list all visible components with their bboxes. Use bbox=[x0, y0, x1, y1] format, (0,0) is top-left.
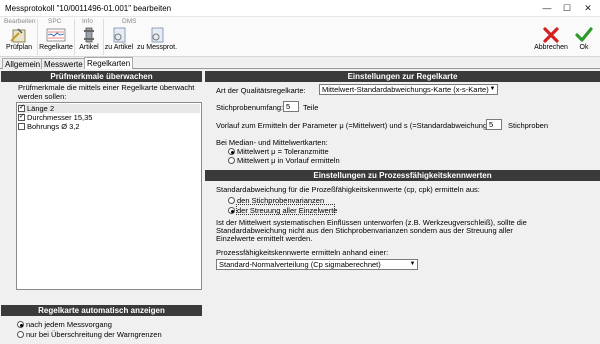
document-link-icon bbox=[113, 27, 126, 43]
regelkarte-button[interactable]: Regelkarte bbox=[39, 27, 73, 57]
zu-artikel-button[interactable]: zu Artikel bbox=[104, 27, 134, 57]
control-chart-icon bbox=[46, 28, 66, 42]
chevron-down-icon: ▼ bbox=[489, 86, 496, 92]
median-label: Bei Median- und Mittelwertkarten: bbox=[216, 138, 328, 147]
group-label-bearbeiten: Bearbeiten bbox=[4, 18, 36, 25]
radio-toleranzmitte[interactable]: Mittelwert μ = Toleranzmitte bbox=[228, 147, 329, 156]
pruefplan-icon bbox=[10, 28, 26, 43]
art-label: Art der Qualitätsregelkarte: bbox=[216, 86, 306, 95]
checkbox[interactable] bbox=[18, 103, 25, 112]
kennwerte-label: Prozessfähigkeitskennwerte ermitteln anh… bbox=[216, 248, 389, 257]
toolbar-separator bbox=[74, 19, 75, 55]
zu-messprot-button[interactable]: zu Messprot. bbox=[136, 27, 178, 57]
group-label-dms: DMS bbox=[122, 18, 137, 25]
chevron-down-icon: ▼ bbox=[409, 261, 416, 267]
pruefmerkmale-list[interactable]: Länge 2 Durchmesser 15,35 Bohrungs Ø 3,2 bbox=[16, 102, 202, 290]
checkbox[interactable] bbox=[18, 123, 25, 130]
radio-button[interactable] bbox=[228, 148, 235, 155]
radio-vorlauf-ermitteln[interactable]: Mittelwert μ in Vorlauf ermitteln bbox=[228, 156, 340, 165]
section-header-regelkarte: Einstellungen zur Regelkarte bbox=[205, 71, 600, 82]
tab-strip: Allgemein Messwerte Regelkarten bbox=[0, 57, 600, 69]
abbrechen-button[interactable]: Abbrechen bbox=[533, 27, 569, 57]
section-header-prozess: Einstellungen zu Prozessfähigkeitskennwe… bbox=[205, 170, 600, 181]
panel-divider bbox=[203, 70, 205, 344]
stichprobe-label: Stichprobenumfang: bbox=[216, 103, 284, 112]
pruefplan-button[interactable]: Prüfplan bbox=[4, 27, 34, 57]
stichprobe-input[interactable]: 5 bbox=[283, 101, 299, 112]
vorlauf-unit: Stichproben bbox=[508, 121, 549, 130]
radio-button[interactable] bbox=[17, 321, 24, 328]
minimize-button[interactable]: — bbox=[540, 2, 554, 14]
pruefmerkmale-description: Prüfmerkmale die mittels einer Regelkart… bbox=[18, 83, 195, 92]
list-item[interactable]: Bohrungs Ø 3,2 bbox=[18, 122, 80, 131]
std-label: Standardabweichung für die Prozeßfähigke… bbox=[216, 185, 480, 194]
radio-button[interactable] bbox=[228, 207, 235, 214]
list-item[interactable]: Länge 2 bbox=[18, 103, 200, 113]
toolbar: Bearbeiten SPC Info DMS Prüfplan Regelka… bbox=[0, 17, 600, 57]
ok-button[interactable]: Ok bbox=[572, 27, 596, 57]
tab-messwerte[interactable]: Messwerte bbox=[41, 58, 86, 69]
pruefmerkmale-description: werden sollen: bbox=[18, 92, 67, 101]
radio-button[interactable] bbox=[228, 157, 235, 164]
close-window-button[interactable]: ✕ bbox=[581, 2, 595, 14]
article-icon bbox=[84, 27, 94, 43]
radio-button[interactable] bbox=[17, 331, 24, 338]
radio-nach-jedem-messvorgang[interactable]: nach jedem Messvorgang bbox=[17, 320, 112, 329]
kennwerte-select[interactable]: Standard-Normalverteilung (Cp sigmaberec… bbox=[216, 259, 418, 270]
title-bar: Messprotokoll "10/0011496-01.001" bearbe… bbox=[0, 0, 600, 17]
vorlauf-input[interactable]: 5 bbox=[486, 119, 502, 130]
radio-button[interactable] bbox=[228, 197, 235, 204]
art-select[interactable]: Mittelwert-Standardabweichungs-Karte (x-… bbox=[319, 84, 498, 95]
group-label-info: Info bbox=[82, 18, 93, 25]
tab-regelkarten[interactable]: Regelkarten bbox=[84, 57, 134, 69]
radio-streuung-einzelwerte[interactable]: der Streuung aller Einzelwerte bbox=[228, 206, 337, 215]
cancel-icon bbox=[543, 27, 559, 43]
section-header-pruefmerkmale: Prüfmerkmale überwachen bbox=[1, 71, 202, 82]
note-text: Einzelwerte ermittelt werden. bbox=[216, 234, 313, 243]
section-header-auto-anzeigen: Regelkarte automatisch anzeigen bbox=[1, 305, 202, 316]
tab-allgemein[interactable]: Allgemein bbox=[2, 58, 44, 69]
artikel-button[interactable]: Artikel bbox=[77, 27, 101, 57]
toolbar-separator bbox=[37, 19, 38, 55]
document-link-icon bbox=[151, 27, 164, 43]
vorlauf-label: Vorlauf zum Ermitteln der Parameter μ (=… bbox=[216, 121, 492, 130]
radio-nur-bei-ueberschreitung[interactable]: nur bei Überschreitung der Warngrenzen bbox=[17, 330, 162, 339]
checkbox[interactable] bbox=[18, 112, 25, 121]
checkmark-icon bbox=[575, 27, 593, 42]
maximize-button[interactable]: ☐ bbox=[560, 2, 574, 14]
window-title: Messprotokoll "10/0011496-01.001" bearbe… bbox=[5, 4, 172, 13]
list-item[interactable]: Durchmesser 15,35 bbox=[18, 112, 92, 122]
group-label-spc: SPC bbox=[48, 18, 62, 25]
stichprobe-unit: Teile bbox=[303, 103, 319, 112]
